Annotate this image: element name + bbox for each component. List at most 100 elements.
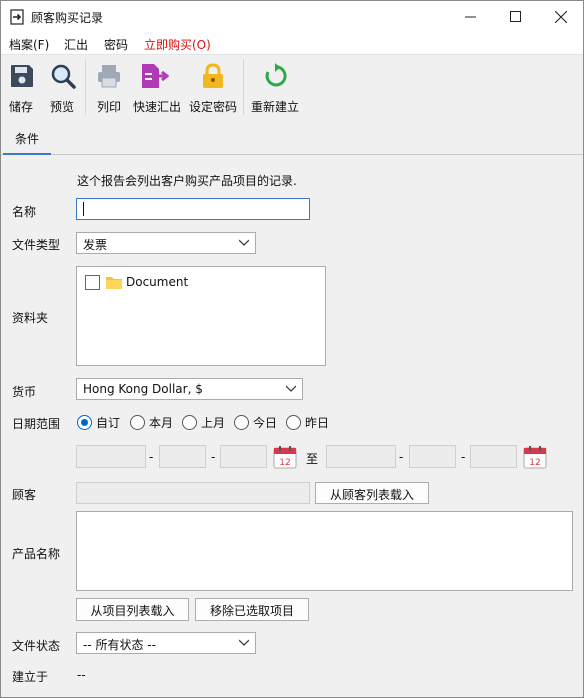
preview-label: 预览 xyxy=(49,100,74,114)
end-day-field[interactable] xyxy=(470,445,517,468)
currency-select[interactable]: Hong Kong Dollar, $ xyxy=(76,378,303,400)
radio-this-month-label: 本月 xyxy=(149,415,174,430)
start-day-field[interactable] xyxy=(220,445,267,468)
doc-status-select[interactable]: -- 所有状态 -- xyxy=(76,632,256,654)
radio-today[interactable]: 今日 xyxy=(234,414,277,430)
tab-strip: 条件 xyxy=(1,118,583,155)
toolbar: 储存 预览 列印 快速汇出 设定密码 重新建立 xyxy=(1,54,583,118)
calendar-icon[interactable]: 12 xyxy=(523,445,547,469)
toolbar-separator xyxy=(85,59,86,115)
name-input[interactable] xyxy=(76,198,310,220)
svg-text:12: 12 xyxy=(529,458,540,468)
created-value: -- xyxy=(77,668,86,682)
text-caret xyxy=(83,202,84,216)
doc-status-value: -- 所有状态 -- xyxy=(83,638,156,652)
chevron-down-icon xyxy=(239,639,249,646)
date-range-label: 日期范围 xyxy=(12,417,61,431)
folder-icon xyxy=(106,277,122,289)
start-month-field[interactable] xyxy=(159,445,206,468)
radio-circle xyxy=(286,414,301,430)
calendar-icon[interactable]: 12 xyxy=(273,445,297,469)
load-customer-button[interactable]: 从顾客列表载入 xyxy=(315,482,429,504)
doc-type-value: 发票 xyxy=(83,238,108,252)
magnifier-icon xyxy=(51,64,76,89)
radio-yesterday-label: 昨日 xyxy=(305,415,330,430)
start-year-field[interactable] xyxy=(76,445,146,468)
print-label: 列印 xyxy=(96,100,121,114)
doc-type-select[interactable]: 发票 xyxy=(76,232,256,254)
title-bar: 顾客购买记录 xyxy=(1,1,583,32)
conditions-panel: 这个报告会列出客户购买产品项目的记录. 名称 文件类型 发票 资料夹 Docum… xyxy=(1,156,583,697)
close-button[interactable] xyxy=(538,1,584,32)
radio-this-month[interactable]: 本月 xyxy=(130,414,173,430)
radio-today-label: 今日 xyxy=(253,415,278,430)
menu-password[interactable]: 密码 xyxy=(104,36,128,53)
radio-custom[interactable]: 自订 xyxy=(77,414,120,430)
date-to-label: 至 xyxy=(306,452,319,466)
product-list[interactable] xyxy=(76,511,573,591)
radio-yesterday[interactable]: 昨日 xyxy=(286,414,329,430)
folder-list[interactable]: Document xyxy=(76,266,326,366)
close-icon xyxy=(555,10,567,23)
minimize-button[interactable] xyxy=(447,1,493,32)
radio-custom-label: 自订 xyxy=(96,415,121,430)
date-separator: - xyxy=(461,450,466,464)
remove-selected-button[interactable]: 移除已选取项目 xyxy=(195,598,309,621)
currency-value: Hong Kong Dollar, $ xyxy=(83,382,203,396)
radio-circle xyxy=(234,414,249,430)
report-description: 这个报告会列出客户购买产品项目的记录. xyxy=(77,174,297,188)
quick-export-icon xyxy=(142,64,170,88)
refresh-icon xyxy=(265,63,287,87)
save-icon xyxy=(11,65,33,87)
quick-export-label: 快速汇出 xyxy=(132,100,181,114)
end-month-field[interactable] xyxy=(409,445,456,468)
rebuild-button[interactable]: 重新建立 xyxy=(249,55,301,117)
name-label: 名称 xyxy=(12,205,37,219)
app-icon xyxy=(10,9,24,25)
customer-label: 顾客 xyxy=(12,488,37,502)
radio-last-month[interactable]: 上月 xyxy=(182,414,225,430)
toolbar-separator xyxy=(243,59,244,115)
set-password-button[interactable]: 设定密码 xyxy=(187,55,239,117)
radio-circle xyxy=(130,414,145,430)
date-range-options: 自订 本月 上月 今日 昨日 xyxy=(77,414,377,430)
quick-export-button[interactable]: 快速汇出 xyxy=(131,55,183,117)
preview-button[interactable]: 预览 xyxy=(43,55,81,117)
lock-icon xyxy=(203,63,223,88)
menu-export[interactable]: 汇出 xyxy=(64,36,88,53)
menu-buy-now[interactable]: 立即购买(O) xyxy=(144,36,211,53)
menu-file[interactable]: 档案(F) xyxy=(9,36,49,53)
chevron-down-icon xyxy=(286,385,296,392)
save-button[interactable]: 储存 xyxy=(3,55,39,117)
customer-field[interactable] xyxy=(76,482,310,504)
chevron-down-icon xyxy=(239,239,249,246)
rebuild-label: 重新建立 xyxy=(250,100,299,114)
load-items-button[interactable]: 从项目列表载入 xyxy=(76,598,189,621)
maximize-button[interactable] xyxy=(492,1,538,32)
doc-status-label: 文件状态 xyxy=(12,639,61,653)
app-window: 顾客购买记录 档案(F) 汇出 密码 立即购买(O) 储存 预览 列印 快速汇出… xyxy=(0,0,584,698)
folder-label: 资料夹 xyxy=(12,311,49,325)
svg-text:12: 12 xyxy=(279,458,290,468)
date-separator: - xyxy=(211,450,216,464)
printer-icon xyxy=(98,65,120,88)
doc-type-label: 文件类型 xyxy=(12,238,61,252)
radio-circle xyxy=(182,414,197,430)
window-title: 顾客购买记录 xyxy=(31,11,104,25)
folder-checkbox[interactable] xyxy=(85,275,100,290)
save-label: 储存 xyxy=(8,100,33,114)
product-label: 产品名称 xyxy=(12,547,61,561)
date-separator: - xyxy=(399,450,404,464)
tab-conditions[interactable]: 条件 xyxy=(3,126,51,155)
print-button[interactable]: 列印 xyxy=(91,55,127,117)
date-separator: - xyxy=(149,450,154,464)
radio-circle xyxy=(77,414,92,430)
set-password-label: 设定密码 xyxy=(188,100,237,114)
menu-bar: 档案(F) 汇出 密码 立即购买(O) xyxy=(1,32,583,54)
created-label: 建立于 xyxy=(12,670,49,684)
end-year-field[interactable] xyxy=(326,445,396,468)
minimize-icon xyxy=(464,16,476,18)
radio-last-month-label: 上月 xyxy=(201,415,226,430)
currency-label: 货币 xyxy=(12,385,37,399)
folder-item-label: Document xyxy=(126,275,189,289)
